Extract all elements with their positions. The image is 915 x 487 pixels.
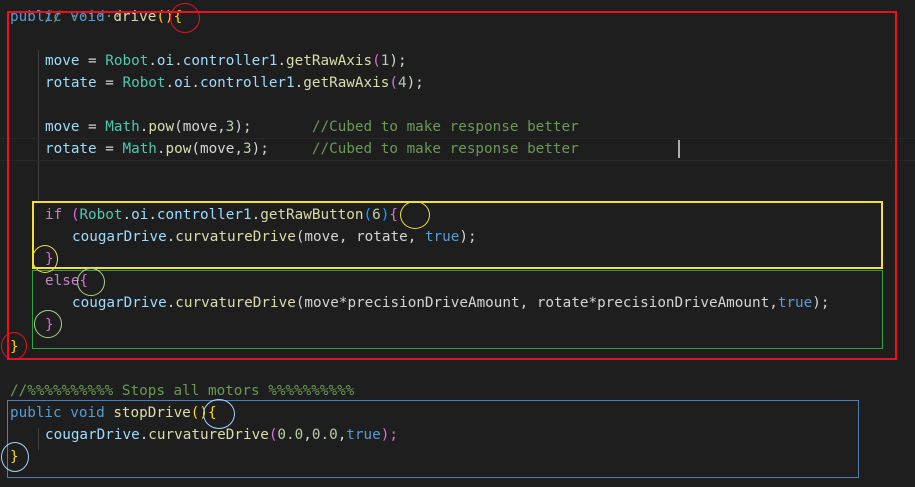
annotation-circle-blue [1,442,29,472]
comment-text: //%%%%%%%%%% Stops all motors %%%%%%%%%% [10,383,355,399]
annotation-green-box [32,270,883,349]
annotation-circle-green [34,310,62,338]
annotation-blue-box [7,400,859,478]
annotation-circle-red [1,332,27,360]
annotation-circle-yellow [32,245,58,273]
annotation-circle-red [170,3,200,33]
annotation-circle-yellow [400,201,430,229]
annotation-yellow-box [32,201,883,269]
annotation-circle-blue [203,399,235,429]
annotation-circle-green [77,268,105,296]
code-line-stop-comment: //%%%%%%%%%% Stops all motors %%%%%%%%%% [10,380,354,402]
code-editor[interactable]: // ······ public void drive(){ move = Ro… [0,0,915,487]
